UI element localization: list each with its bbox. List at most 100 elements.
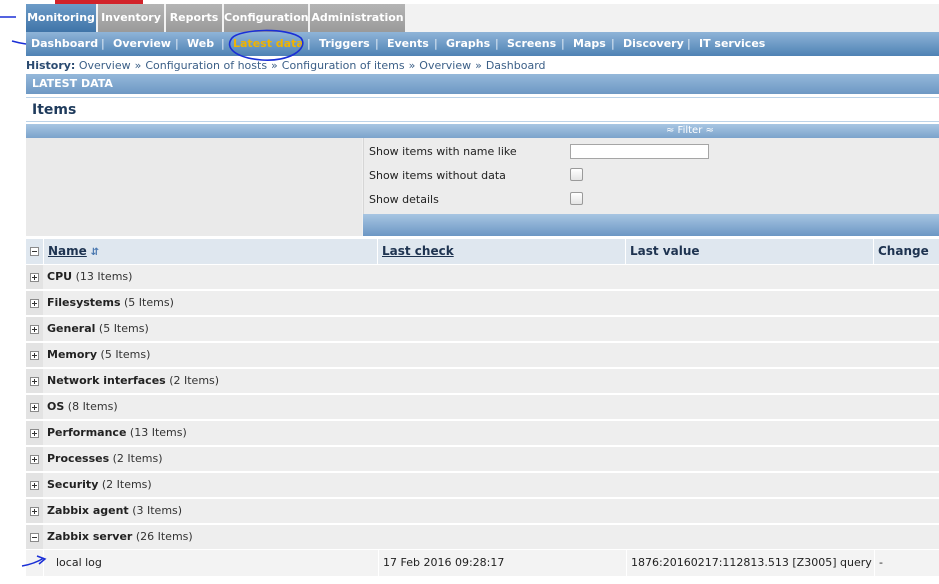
expand-toggle-icon[interactable] xyxy=(30,481,39,490)
table-row[interactable]: Zabbix agent (3 Items) xyxy=(26,499,939,523)
filter-details-checkbox[interactable] xyxy=(570,192,583,205)
main-menu-administration[interactable]: Administration xyxy=(310,4,405,32)
group-name-cell[interactable]: Security (2 Items) xyxy=(43,473,939,497)
table-row[interactable]: Filesystems (5 Items) xyxy=(26,291,939,315)
expand-toggle-icon[interactable] xyxy=(30,403,39,412)
column-header-change: Change xyxy=(874,239,939,264)
table-row[interactable]: Zabbix server (26 Items) xyxy=(26,525,939,549)
group-name-cell[interactable]: Zabbix server (26 Items) xyxy=(43,525,939,549)
group-name-cell[interactable]: General (5 Items) xyxy=(43,317,939,341)
sub-menu-screens[interactable]: Screens xyxy=(507,32,556,56)
history-separator: » xyxy=(271,59,278,72)
expand-toggle-icon[interactable] xyxy=(30,325,39,334)
expand-toggle-icon[interactable] xyxy=(30,351,39,360)
group-name: Processes xyxy=(47,452,110,465)
history-link-overview[interactable]: Overview xyxy=(79,59,131,72)
row-toggle-cell xyxy=(26,525,43,549)
table-row[interactable]: Memory (5 Items) xyxy=(26,343,939,367)
group-name-cell[interactable]: Memory (5 Items) xyxy=(43,343,939,367)
group-name-cell[interactable]: Filesystems (5 Items) xyxy=(43,291,939,315)
expand-toggle-icon[interactable] xyxy=(30,299,39,308)
row-toggle-cell xyxy=(26,421,43,445)
collapse-toggle-icon[interactable] xyxy=(30,533,39,542)
table-row[interactable]: OS (8 Items) xyxy=(26,395,939,419)
group-name-cell[interactable]: Network interfaces (2 Items) xyxy=(43,369,939,393)
filter-toggle[interactable]: ≈ Filter ≈ xyxy=(666,124,714,138)
section-title: LATEST DATA xyxy=(32,77,113,90)
expand-toggle-icon[interactable] xyxy=(30,455,39,464)
group-count: (5 Items) xyxy=(124,296,174,309)
row-toggle-cell xyxy=(26,343,43,367)
filter-toggle-bar[interactable]: ≈ Filter ≈ xyxy=(26,124,939,138)
table-row[interactable]: Processes (2 Items) xyxy=(26,447,939,471)
main-menu-reports[interactable]: Reports xyxy=(166,4,222,32)
main-menu: Monitoring Inventory Reports Configurati… xyxy=(26,4,939,32)
item-change-cell: - xyxy=(874,550,939,576)
filter-name-like-label: Show items with name like xyxy=(369,145,517,158)
table-row[interactable]: Performance (13 Items) xyxy=(26,421,939,445)
row-toggle-cell xyxy=(26,291,43,315)
group-name-cell[interactable]: Zabbix agent (3 Items) xyxy=(43,499,939,523)
filter-name-like-input[interactable] xyxy=(570,144,709,159)
main-menu-monitoring[interactable]: Monitoring xyxy=(26,4,96,32)
sort-arrow-icon: ⇵ xyxy=(90,247,100,258)
expand-toggle-icon[interactable] xyxy=(30,377,39,386)
column-header-name[interactable]: Name ⇵ xyxy=(44,239,377,264)
filter-without-data-checkbox[interactable] xyxy=(570,168,583,181)
sub-menu-dashboard[interactable]: Dashboard xyxy=(31,32,98,56)
filter-without-data-label: Show items without data xyxy=(369,169,506,182)
group-count: (2 Items) xyxy=(112,452,163,465)
table-row[interactable]: CPU (13 Items) xyxy=(26,265,939,289)
column-header-last-check[interactable]: Last check xyxy=(378,239,625,264)
table-row[interactable]: General (5 Items) xyxy=(26,317,939,341)
expand-toggle-icon[interactable] xyxy=(30,273,39,282)
group-name: Memory xyxy=(47,348,98,361)
sub-menu-triggers[interactable]: Triggers xyxy=(319,32,370,56)
sub-menu-graphs[interactable]: Graphs xyxy=(446,32,490,56)
history-link-configuration-of-items[interactable]: Configuration of items xyxy=(282,59,405,72)
group-name: Performance xyxy=(47,426,127,439)
expand-toggle-icon[interactable] xyxy=(30,429,39,438)
group-name-cell[interactable]: Performance (13 Items) xyxy=(43,421,939,445)
sub-menu-it-services[interactable]: IT services xyxy=(699,32,765,56)
table-row[interactable]: Network interfaces (2 Items) xyxy=(26,369,939,393)
row-toggle-cell xyxy=(26,317,43,341)
table-header: Name ⇵ Last check Last value Change xyxy=(26,239,939,264)
items-title: Items xyxy=(32,102,77,118)
group-name: Zabbix server xyxy=(47,530,133,543)
history-link-configuration-of-hosts[interactable]: Configuration of hosts xyxy=(145,59,267,72)
sub-menu-events[interactable]: Events xyxy=(387,32,429,56)
column-change-label: Change xyxy=(878,244,929,258)
group-count: (2 Items) xyxy=(101,478,152,491)
table-row[interactable]: Security (2 Items) xyxy=(26,473,939,497)
main-menu-configuration[interactable]: Configuration xyxy=(224,4,309,32)
main-menu-inventory[interactable]: Inventory xyxy=(98,4,164,32)
group-name: General xyxy=(47,322,96,335)
history-breadcrumb: History: Overview» Configuration of hosts… xyxy=(26,58,546,73)
sub-menu-latest-data[interactable]: Latest data xyxy=(233,32,304,56)
collapse-all-toggle[interactable] xyxy=(30,247,39,256)
sub-menu-maps[interactable]: Maps xyxy=(573,32,606,56)
column-last-check-label[interactable]: Last check xyxy=(382,244,454,258)
group-name: Network interfaces xyxy=(47,374,166,387)
sub-menu-separator: | xyxy=(561,37,565,50)
group-name: Security xyxy=(47,478,99,491)
group-name: Filesystems xyxy=(47,296,121,309)
column-name-label[interactable]: Name xyxy=(48,244,87,258)
sub-menu-web[interactable]: Web xyxy=(187,32,214,56)
sub-menu-separator: | xyxy=(375,37,379,50)
expand-toggle-icon[interactable] xyxy=(30,507,39,516)
items-header: Items xyxy=(26,97,939,122)
section-title-bar: LATEST DATA xyxy=(26,74,939,94)
item-name-cell: local log xyxy=(43,550,378,576)
history-link-dashboard[interactable]: Dashboard xyxy=(486,59,546,72)
group-name-cell[interactable]: CPU (13 Items) xyxy=(43,265,939,289)
group-name-cell[interactable]: OS (8 Items) xyxy=(43,395,939,419)
row-toggle-cell xyxy=(26,265,43,289)
sub-menu-discovery[interactable]: Discovery xyxy=(623,32,684,56)
group-name-cell[interactable]: Processes (2 Items) xyxy=(43,447,939,471)
row-toggle-cell xyxy=(26,369,43,393)
sub-menu-overview[interactable]: Overview xyxy=(113,32,171,56)
history-link-overview-2[interactable]: Overview xyxy=(419,59,471,72)
filter-panel: Show items with name like Show items wit… xyxy=(26,138,939,236)
